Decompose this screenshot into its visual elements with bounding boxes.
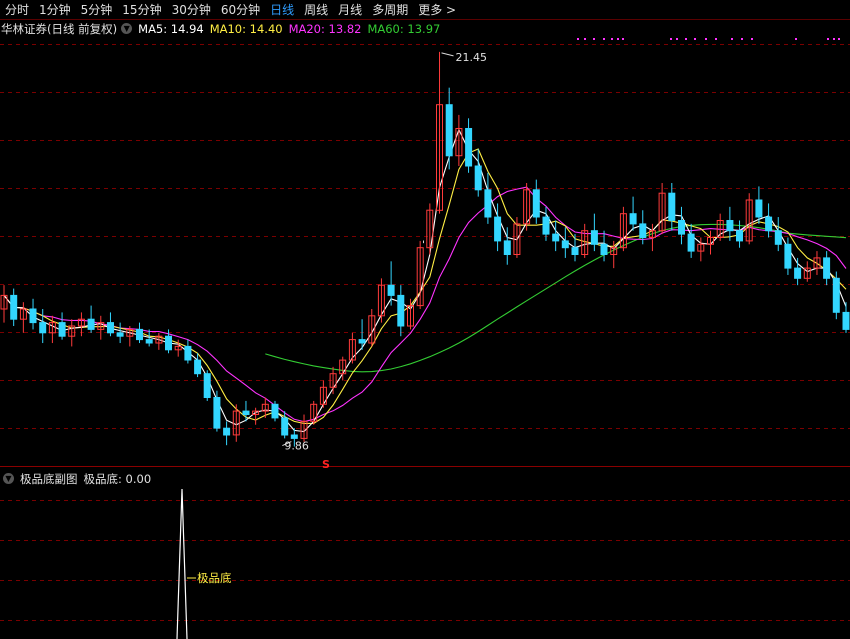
candle-body <box>755 199 763 218</box>
candle-body <box>194 359 202 375</box>
candle-body <box>58 322 66 337</box>
candle-body <box>281 417 289 436</box>
low-marker-label: 9.86 <box>284 440 309 453</box>
signal-dot <box>617 38 619 40</box>
candle-body <box>474 165 482 191</box>
candle-body <box>358 339 366 344</box>
candle-body <box>203 373 211 399</box>
candle-body <box>465 128 473 167</box>
signal-dot <box>731 38 733 40</box>
indicator-annotation: 极品底 <box>197 571 232 585</box>
high-marker-arrow <box>441 52 454 57</box>
ma5-line <box>3 128 847 433</box>
candle-body <box>784 243 792 269</box>
signal-dot <box>838 38 840 40</box>
candle-body <box>678 220 685 235</box>
candle-body <box>107 322 114 334</box>
candle-body <box>736 230 743 242</box>
candle-body <box>842 311 850 330</box>
signal-dot <box>685 38 687 40</box>
candle-body <box>639 223 647 238</box>
candle-body <box>571 247 579 255</box>
signal-dot <box>676 38 678 40</box>
signal-dot <box>670 38 672 40</box>
candle-body <box>629 213 637 225</box>
signal-dot <box>827 38 829 40</box>
candle-body <box>668 192 676 221</box>
candle-body <box>10 294 18 320</box>
s-signal-marker: S <box>322 458 330 471</box>
signal-dot <box>577 38 579 40</box>
candle-body <box>87 318 95 330</box>
candle-body <box>29 308 37 324</box>
candle-body <box>726 220 734 232</box>
candle-body <box>765 216 773 232</box>
signal-dot <box>795 38 797 40</box>
candle-body <box>223 427 231 436</box>
signal-dot <box>833 38 835 40</box>
ma10-line <box>3 148 847 424</box>
candle-body <box>445 104 453 157</box>
candle-body <box>184 345 192 361</box>
candle-body <box>532 189 540 218</box>
candle-body <box>213 397 221 429</box>
candle-body <box>39 322 47 334</box>
signal-dot <box>715 38 717 40</box>
high-marker-label: 21.45 <box>456 51 488 64</box>
signal-dot <box>593 38 595 40</box>
candle-body <box>242 410 250 416</box>
signal-dot <box>751 38 753 40</box>
candle-body <box>136 328 143 341</box>
candle-body <box>774 230 782 245</box>
candle-body <box>561 240 569 249</box>
candle-body <box>397 294 405 327</box>
candle-body <box>387 284 395 296</box>
candle-body <box>600 243 608 256</box>
candle-body <box>145 339 153 344</box>
signal-dot <box>611 38 613 40</box>
candle-body <box>542 216 550 235</box>
candle-body <box>590 230 598 245</box>
candle-body <box>687 233 695 252</box>
candle-body <box>503 240 511 255</box>
candlestick-chart[interactable]: 21.45 9.86 ' S 极品底 <box>0 0 850 639</box>
candle-body <box>165 335 172 351</box>
tick-marker: ' <box>422 240 425 251</box>
candle-body <box>484 189 492 218</box>
candle-body <box>552 233 560 242</box>
signal-dot <box>741 38 743 40</box>
candle-body <box>116 332 124 337</box>
signal-dot <box>622 38 624 40</box>
candle-body <box>290 434 298 439</box>
candle-body <box>832 277 840 313</box>
signal-dot <box>705 38 707 40</box>
candle-body <box>823 257 831 279</box>
signal-dot <box>694 38 696 40</box>
candle-body <box>271 403 279 419</box>
signal-dot <box>603 38 605 40</box>
signal-dot <box>584 38 586 40</box>
candle-body <box>794 267 802 279</box>
candle-body <box>494 216 502 242</box>
indicator-spike <box>176 488 188 639</box>
